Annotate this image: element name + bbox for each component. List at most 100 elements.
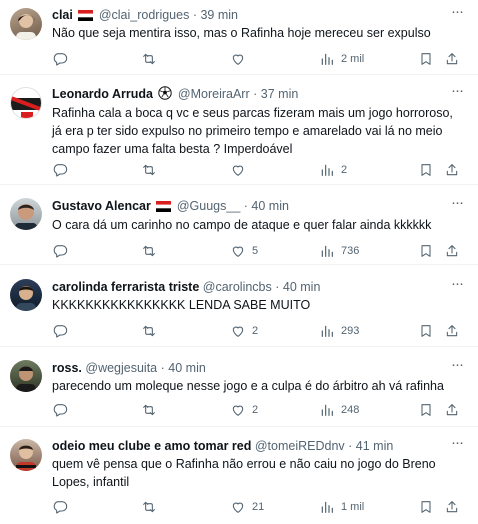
author-name[interactable]: Leonardo Arruda [52,87,153,101]
tweet-gustavo-alencar[interactable]: Gustavo Alencar @Guugs__ · 40 min ··· O … [0,185,478,265]
views-icon [321,325,333,337]
retweet-icon [143,164,155,176]
views-button[interactable]: 248 [319,401,359,419]
retweet-button[interactable] [141,242,163,260]
share-button[interactable] [444,322,460,340]
more-icon[interactable]: ··· [448,276,466,296]
author-handle[interactable]: @MoreiraArr [178,87,250,101]
views-count: 1 mil [341,501,365,513]
retweet-button[interactable] [141,322,163,340]
bookmark-button[interactable] [418,498,434,516]
separator-dot: · [243,199,248,213]
tweet-text: quem vê pensa que o Rafinha não errou e … [52,457,436,489]
timestamp[interactable]: 37 min [261,87,299,101]
like-count: 5 [252,245,259,257]
timestamp[interactable]: 41 min [356,439,394,453]
reply-icon [53,325,68,338]
tweet-leonardo-arruda[interactable]: Leonardo Arruda @MoreiraArr · 37 min ···… [0,75,478,185]
views-button[interactable]: 2 mil [319,50,364,68]
bookmark-button[interactable] [418,401,434,419]
share-button[interactable] [444,401,460,419]
author-name[interactable]: clai [52,8,73,22]
like-button[interactable]: 21 [230,498,264,516]
author-name[interactable]: carolinda ferrarista triste [52,280,199,294]
author-name[interactable]: odeio meu clube e amo tomar red [52,439,251,453]
share-icon [446,245,458,257]
bookmark-button[interactable] [418,242,434,260]
reply-button[interactable] [52,401,74,419]
tweet-text: KKKKKKKKKKKKKKKK LENDA SABE MUITO [52,298,311,312]
author-handle[interactable]: @clai_rodrigues [99,8,190,22]
author-handle[interactable]: @tomeiREDdnv [255,439,345,453]
bookmark-button[interactable] [418,50,434,68]
share-button[interactable] [444,498,460,516]
tweet-carolinda[interactable]: carolinda ferrarista triste @carolincbs … [0,265,478,347]
tweet-odeio-meu-clube[interactable]: odeio meu clube e amo tomar red @tomeiRE… [0,427,478,524]
more-icon[interactable]: ··· [448,357,466,377]
share-icon [446,164,458,176]
bookmark-button[interactable] [418,161,434,179]
share-button[interactable] [444,50,460,68]
retweet-button[interactable] [141,498,163,516]
like-button[interactable] [230,50,252,68]
bookmark-icon [421,404,431,416]
author-handle[interactable]: @wegjesuita [85,361,157,375]
views-button[interactable]: 1 mil [319,498,364,516]
avatar[interactable] [10,198,42,230]
author-name[interactable]: ross. [52,361,82,375]
author-handle[interactable]: @Guugs__ [177,199,240,213]
reply-button[interactable] [52,50,74,68]
views-count: 293 [341,325,360,337]
more-icon[interactable]: ··· [448,83,466,103]
timestamp[interactable]: 40 min [168,361,206,375]
retweet-button[interactable] [141,161,163,179]
replies-feed: clai @clai_rodrigues · 39 min ··· Não qu… [0,0,478,524]
separator-dot: · [160,361,165,375]
timestamp[interactable]: 40 min [251,199,289,213]
author-handle[interactable]: @carolincbs [203,280,272,294]
views-count: 248 [341,404,360,416]
reply-icon [53,53,68,66]
like-button[interactable]: 2 [230,401,258,419]
avatar[interactable] [10,87,42,119]
reply-icon [53,164,68,177]
avatar[interactable] [10,439,42,471]
retweet-button[interactable] [141,401,163,419]
bookmark-icon [421,501,431,513]
like-button[interactable] [230,161,252,179]
share-button[interactable] [444,242,460,260]
views-icon [321,164,333,176]
reply-button[interactable] [52,498,74,516]
views-button[interactable]: 293 [319,322,359,340]
separator-dot: · [192,8,197,22]
more-icon[interactable]: ··· [448,435,466,455]
avatar[interactable] [10,360,42,392]
bookmark-icon [421,53,431,65]
tweet-clai[interactable]: clai @clai_rodrigues · 39 min ··· Não qu… [0,0,478,75]
reply-button[interactable] [52,242,74,260]
bookmark-button[interactable] [418,322,434,340]
views-button[interactable]: 2 [319,161,347,179]
like-count: 21 [252,501,265,513]
retweet-button[interactable] [141,50,163,68]
reply-button[interactable] [52,322,74,340]
timestamp[interactable]: 39 min [200,8,238,22]
more-icon[interactable]: ··· [448,4,466,24]
like-button[interactable]: 5 [230,242,258,260]
avatar[interactable] [10,8,42,40]
tweet-text: O cara dá um carinho no campo de ataque … [52,218,432,232]
tweet-text: Rafinha cala a boca q vc e seus parcas f… [52,106,453,156]
timestamp[interactable]: 40 min [283,280,321,294]
more-icon[interactable]: ··· [448,195,466,215]
avatar[interactable] [10,279,42,311]
share-icon [446,501,458,513]
like-button[interactable]: 2 [230,322,258,340]
views-button[interactable]: 736 [319,242,359,260]
share-icon [446,53,458,65]
separator-dot: · [275,280,280,294]
share-button[interactable] [444,161,460,179]
author-name[interactable]: Gustavo Alencar [52,199,151,213]
tweet-ross[interactable]: ross. @wegjesuita · 40 min ··· parecendo… [0,347,478,427]
reply-button[interactable] [52,161,74,179]
share-icon [446,404,458,416]
